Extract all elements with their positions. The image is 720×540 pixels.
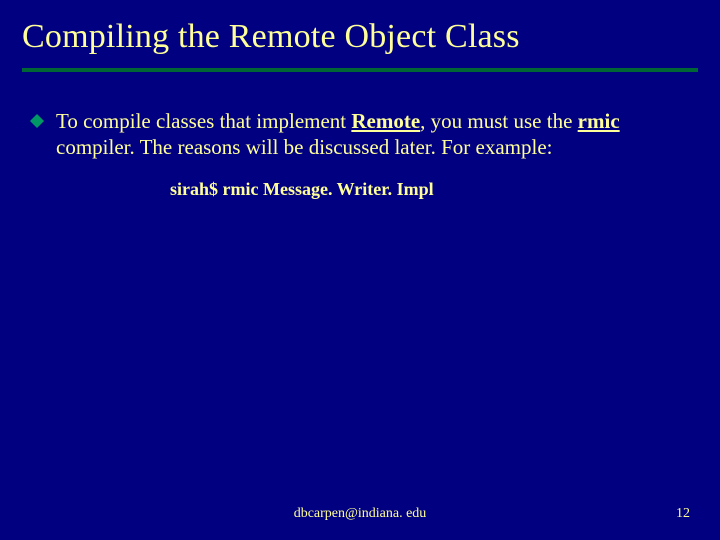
text-segment: compiler. The reasons will be discussed … (56, 135, 553, 159)
diamond-bullet-icon (30, 108, 56, 128)
slide-title: Compiling the Remote Object Class (22, 18, 520, 56)
slide-body: To compile classes that implement Remote… (30, 108, 690, 200)
text-segment: To compile classes that implement (56, 109, 351, 133)
title-divider (22, 68, 698, 72)
code-example: sirah$ rmic Message. Writer. Impl (170, 179, 690, 200)
keyword-rmic: rmic (578, 109, 620, 133)
footer-email: dbcarpen@indiana. edu (0, 506, 720, 522)
bullet-text: To compile classes that implement Remote… (56, 108, 690, 161)
bullet-item: To compile classes that implement Remote… (30, 108, 690, 161)
text-segment: , you must use the (420, 109, 578, 133)
page-number: 12 (676, 506, 690, 522)
keyword-remote: Remote (351, 109, 420, 133)
slide: Compiling the Remote Object Class To com… (0, 0, 720, 540)
